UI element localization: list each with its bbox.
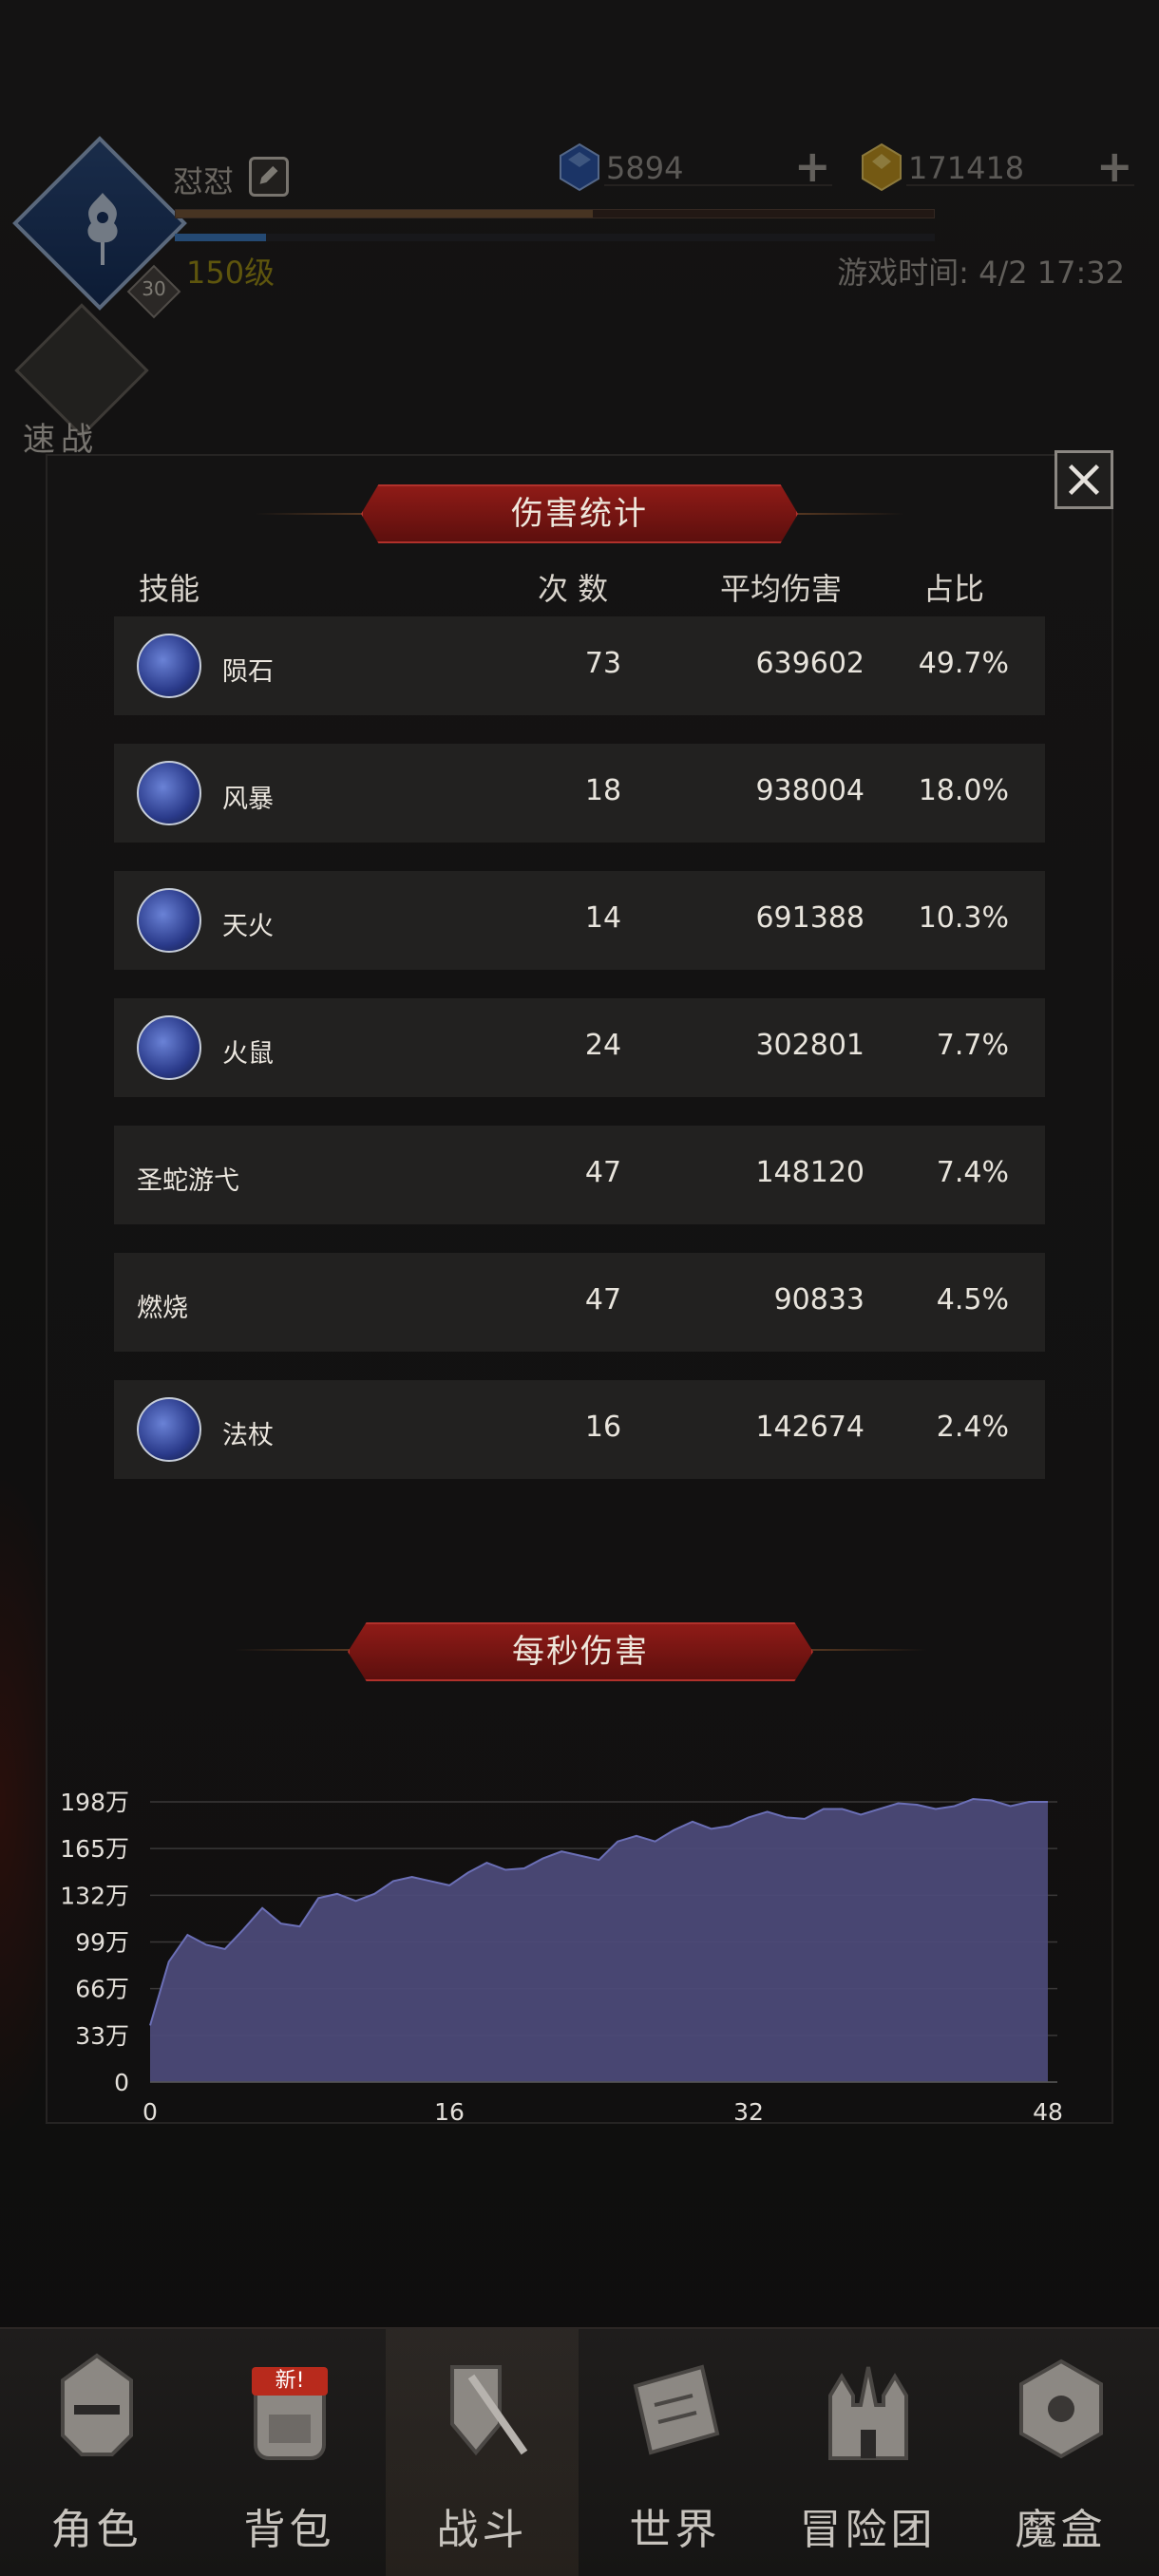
- skill-row: 法杖 16 142674 2.4%: [114, 1380, 1045, 1479]
- skill-name: 圣蛇游弋: [137, 1166, 239, 1196]
- nav-battle[interactable]: 战斗: [386, 2329, 579, 2576]
- column-header-avg-damage: 平均伤害: [720, 571, 843, 607]
- close-button[interactable]: [1054, 450, 1113, 509]
- castle-icon: [828, 2366, 908, 2460]
- skill-share: 7.7%: [936, 1029, 1009, 1062]
- magic-cube-icon: [1019, 2358, 1103, 2459]
- storm-skill-icon: [137, 761, 201, 825]
- column-header-count: 次 数: [538, 571, 609, 607]
- title-divider-left: [255, 513, 369, 515]
- skill-count: 16: [584, 1411, 622, 1444]
- title-divider-right: [790, 513, 904, 515]
- nav-label: 魔盒: [1015, 2506, 1107, 2554]
- new-badge: 新!: [252, 2367, 328, 2396]
- sky-fire-skill-icon: [137, 888, 201, 953]
- helmet-icon: [61, 2353, 133, 2456]
- chart-y-tick-label: 0: [114, 2069, 129, 2096]
- chart-y-tick-label: 99万: [75, 1929, 129, 1957]
- dps-divider-left: [234, 1649, 357, 1651]
- skill-share: 10.3%: [918, 901, 1009, 935]
- fire-rat-skill-icon: [137, 1015, 201, 1080]
- skill-count: 24: [584, 1029, 622, 1062]
- skill-name: 天火: [222, 912, 274, 941]
- nav-label: 世界: [629, 2506, 721, 2554]
- chart-y-tick-label: 198万: [60, 1789, 129, 1816]
- skill-avg-damage: 302801: [755, 1029, 864, 1062]
- dps-divider-right: [804, 1649, 927, 1651]
- damage-stats-title: 伤害统计: [511, 495, 648, 533]
- nav-world[interactable]: 世界: [579, 2329, 771, 2576]
- skill-avg-damage: 90833: [773, 1283, 864, 1316]
- skill-share: 7.4%: [936, 1156, 1009, 1189]
- dps-title-banner: 每秒伤害: [348, 1622, 813, 1681]
- skill-count: 47: [584, 1156, 622, 1189]
- nav-label: 角色: [50, 2506, 142, 2554]
- map-scroll-icon: [633, 2364, 720, 2455]
- dps-title: 每秒伤害: [512, 1633, 649, 1671]
- nav-adventure-team[interactable]: 冒险团: [771, 2329, 964, 2576]
- skill-count: 47: [584, 1283, 622, 1316]
- skill-name: 燃烧: [137, 1294, 188, 1323]
- skill-avg-damage: 938004: [755, 774, 864, 807]
- skill-avg-damage: 691388: [755, 901, 864, 935]
- skill-share: 49.7%: [918, 647, 1009, 680]
- nav-label: 战斗: [436, 2506, 528, 2554]
- skill-share: 4.5%: [936, 1283, 1009, 1316]
- skill-share: 18.0%: [918, 774, 1009, 807]
- skill-name: 法杖: [222, 1421, 274, 1450]
- skill-name: 风暴: [222, 785, 274, 814]
- chart-y-tick-label: 66万: [75, 1976, 129, 2003]
- chart-y-tick-label: 33万: [75, 2022, 129, 2050]
- staff-skill-icon: [137, 1397, 201, 1462]
- skill-row: 风暴 18 938004 18.0%: [114, 744, 1045, 843]
- column-header-share: 占比: [923, 571, 985, 607]
- skill-share: 2.4%: [936, 1411, 1009, 1444]
- nav-label: 冒险团: [799, 2506, 937, 2554]
- skill-count: 18: [584, 774, 622, 807]
- skill-count: 14: [584, 901, 622, 935]
- skill-row: 圣蛇游弋 47 148120 7.4%: [114, 1126, 1045, 1224]
- nav-label: 背包: [243, 2506, 335, 2554]
- dps-area: [150, 1799, 1048, 2082]
- skill-count: 73: [584, 647, 622, 680]
- chart-x-tick-label: 48: [1033, 2098, 1063, 2126]
- column-header-skill: 技能: [139, 571, 200, 607]
- skill-name: 火鼠: [222, 1039, 274, 1069]
- bottom-navigation: 角色 新! 背包 战斗 世界 冒险团 魔盒: [0, 2327, 1159, 2576]
- meteor-skill-icon: [137, 634, 201, 698]
- skill-row: 燃烧 47 90833 4.5%: [114, 1253, 1045, 1352]
- nav-magic-box[interactable]: 魔盒: [964, 2329, 1157, 2576]
- skill-row: 陨石 73 639602 49.7%: [114, 616, 1045, 715]
- skill-avg-damage: 142674: [755, 1411, 864, 1444]
- skill-name: 陨石: [222, 657, 274, 687]
- dps-chart: 0 33万 66万 99万 132万 165万 198万 0 16 32 48: [60, 1789, 1063, 2126]
- skill-row: 天火 14 691388 10.3%: [114, 871, 1045, 970]
- damage-stats-title-banner: 伤害统计: [361, 484, 798, 543]
- chart-x-tick-label: 16: [434, 2098, 465, 2126]
- nav-character[interactable]: 角色: [0, 2329, 193, 2576]
- chart-x-tick-label: 32: [733, 2098, 764, 2126]
- nav-backpack[interactable]: 新! 背包: [193, 2329, 386, 2576]
- close-icon: [1068, 464, 1100, 496]
- chart-y-tick-label: 132万: [60, 1882, 129, 1909]
- skill-avg-damage: 148120: [755, 1156, 864, 1189]
- chart-y-tick-label: 165万: [60, 1835, 129, 1863]
- skill-avg-damage: 639602: [755, 647, 864, 680]
- chart-x-tick-label: 0: [142, 2098, 158, 2126]
- sword-shield-icon: [450, 2365, 528, 2456]
- skill-row: 火鼠 24 302801 7.7%: [114, 998, 1045, 1097]
